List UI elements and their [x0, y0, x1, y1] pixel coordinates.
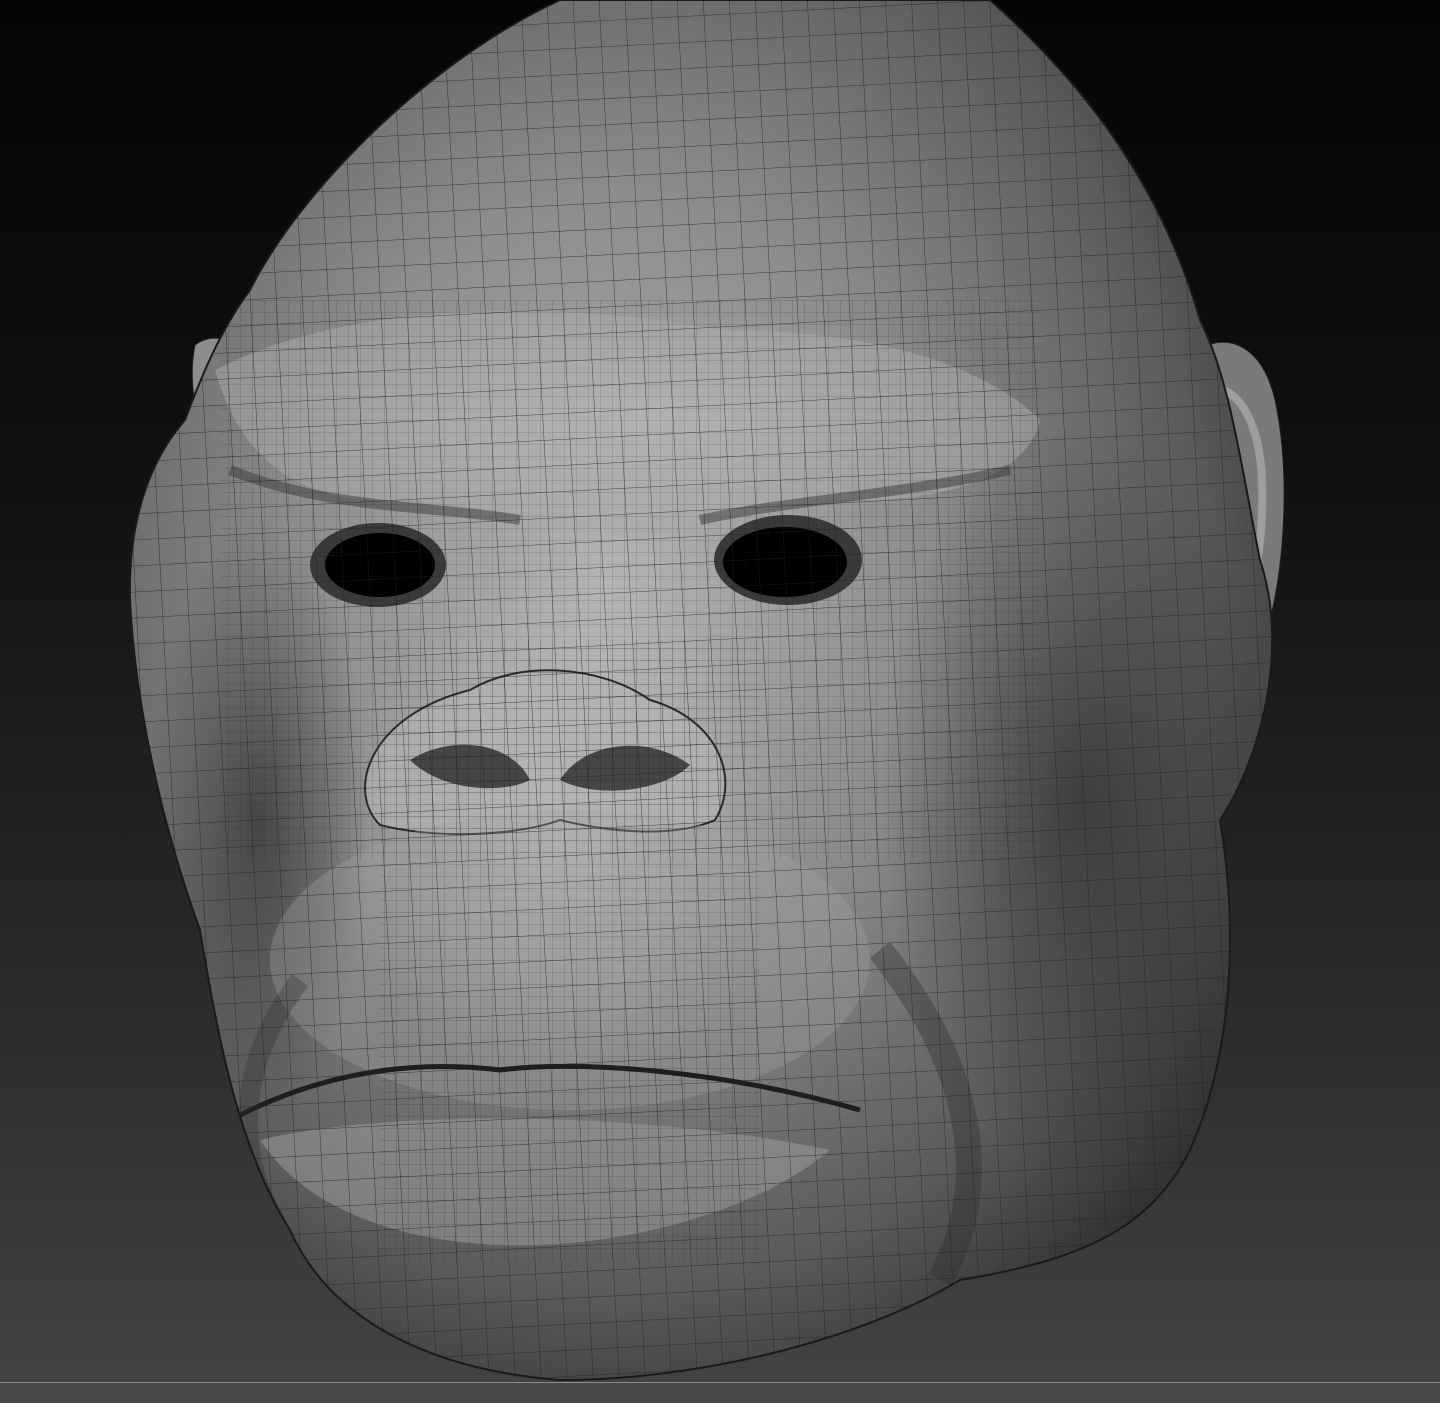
gorilla-head-model[interactable]: [0, 0, 1440, 1403]
viewport-bottom-bar: [0, 1382, 1440, 1403]
3d-viewport[interactable]: [0, 0, 1440, 1403]
